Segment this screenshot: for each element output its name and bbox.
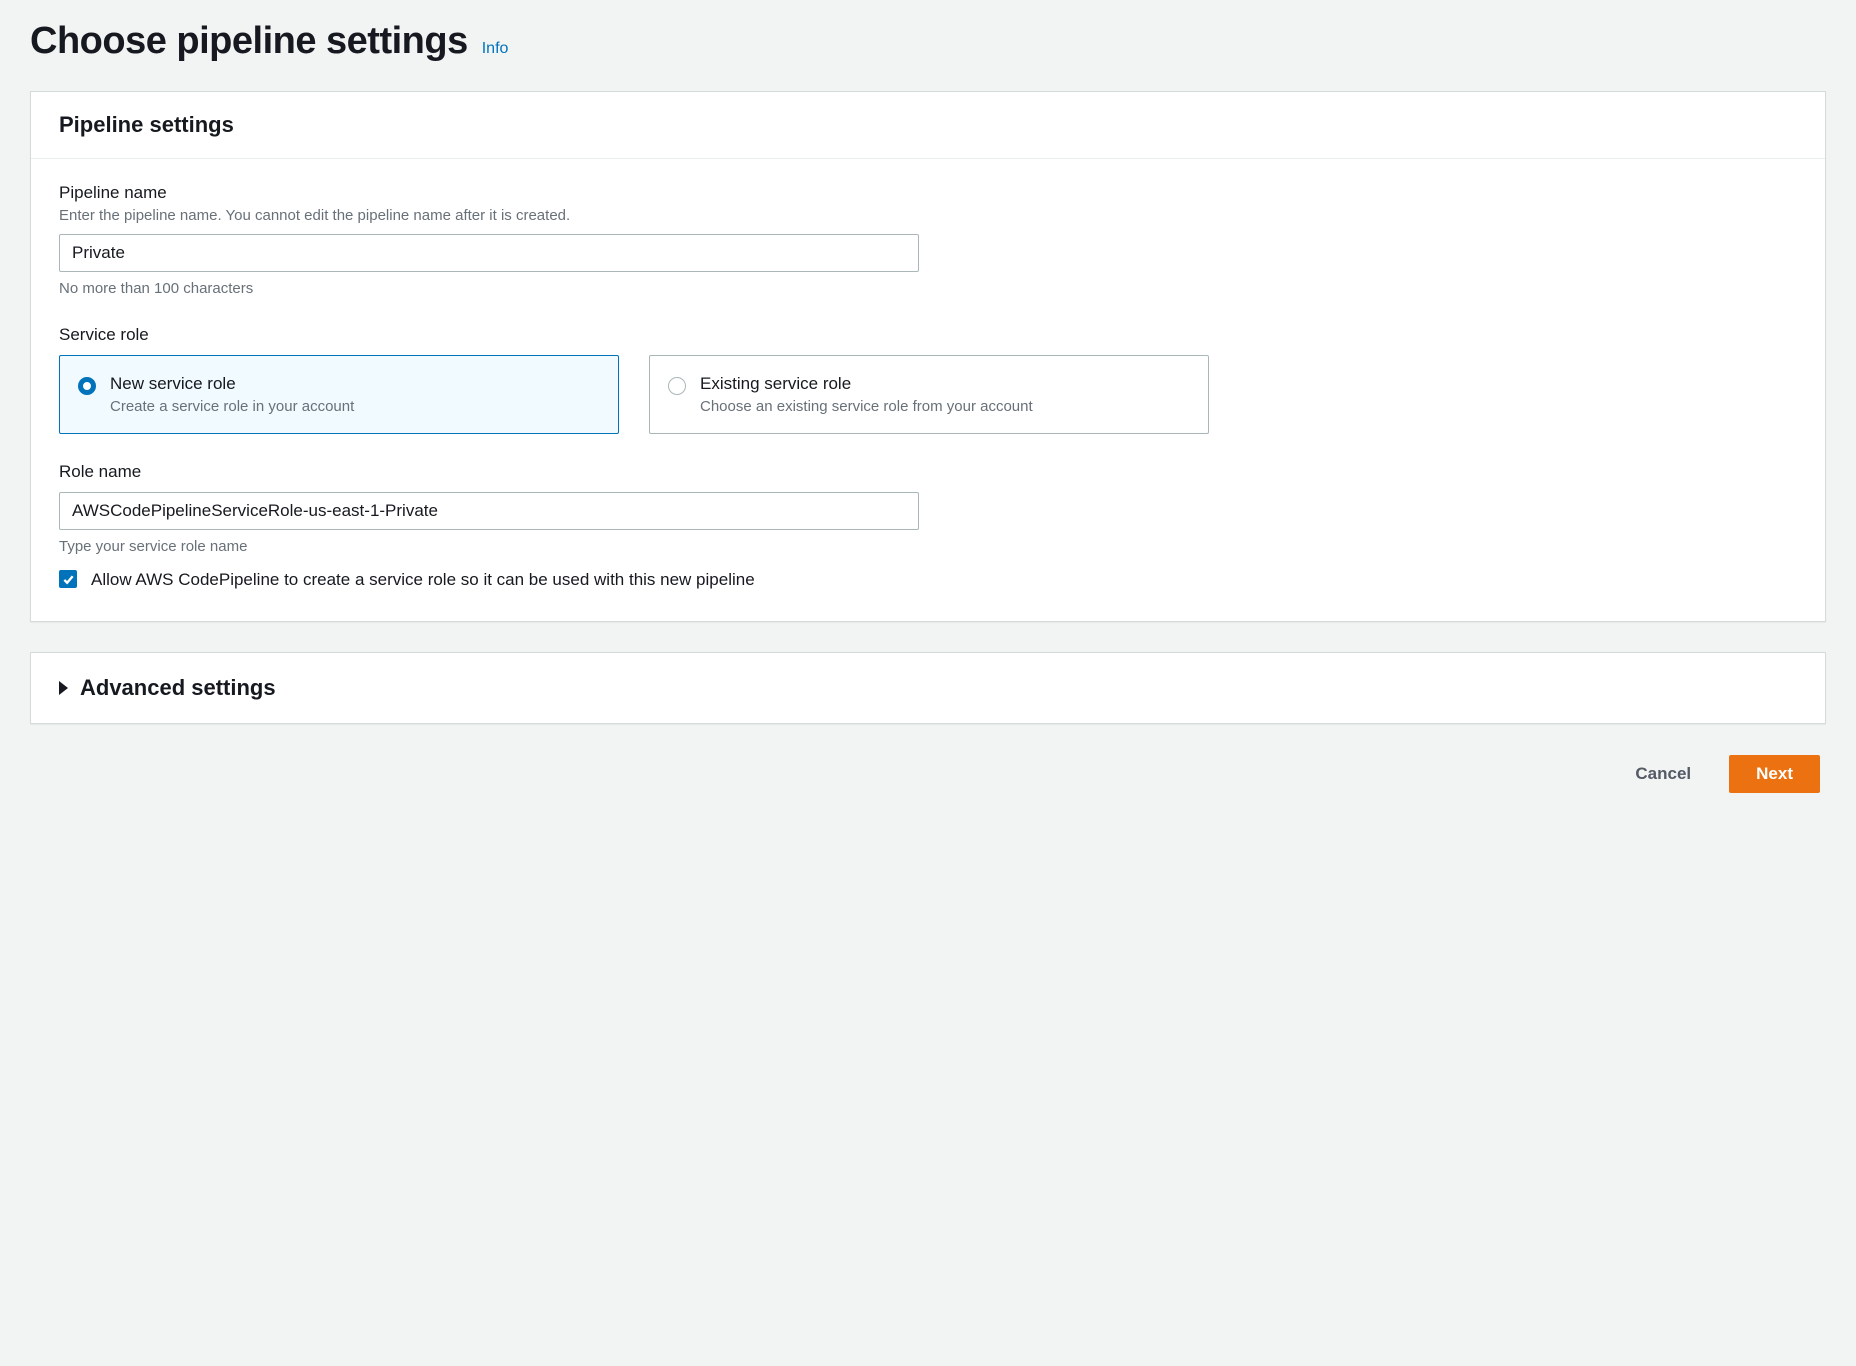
radio-icon <box>78 377 96 395</box>
tile-content: Existing service role Choose an existing… <box>700 374 1188 415</box>
service-role-existing-tile[interactable]: Existing service role Choose an existing… <box>649 355 1209 434</box>
panel-body: Pipeline name Enter the pipeline name. Y… <box>31 159 1825 621</box>
role-name-label: Role name <box>59 462 1797 482</box>
footer-actions: Cancel Next <box>30 754 1826 794</box>
pipeline-name-field: Pipeline name Enter the pipeline name. Y… <box>59 183 1797 297</box>
allow-create-role-row: Allow AWS CodePipeline to create a servi… <box>59 567 1797 593</box>
service-role-label: Service role <box>59 325 1797 345</box>
role-name-field: Role name Type your service role name Al… <box>59 462 1797 593</box>
tile-title: New service role <box>110 374 598 394</box>
page-title: Choose pipeline settings <box>30 20 468 63</box>
service-role-new-tile[interactable]: New service role Create a service role i… <box>59 355 619 434</box>
panel-header: Pipeline settings <box>31 92 1825 159</box>
page-header: Choose pipeline settings Info <box>30 20 1826 63</box>
tile-content: New service role Create a service role i… <box>110 374 598 415</box>
pipeline-name-description: Enter the pipeline name. You cannot edit… <box>59 207 1797 224</box>
panel-title: Pipeline settings <box>59 112 1797 138</box>
advanced-settings-panel[interactable]: Advanced settings <box>30 652 1826 724</box>
allow-create-role-label: Allow AWS CodePipeline to create a servi… <box>91 567 755 593</box>
next-button[interactable]: Next <box>1729 755 1820 793</box>
cancel-button[interactable]: Cancel <box>1617 754 1709 794</box>
pipeline-name-hint: No more than 100 characters <box>59 280 1797 297</box>
pipeline-settings-panel: Pipeline settings Pipeline name Enter th… <box>30 91 1826 622</box>
tile-title: Existing service role <box>700 374 1188 394</box>
role-name-input[interactable] <box>59 492 919 530</box>
service-role-options: New service role Create a service role i… <box>59 355 1797 434</box>
caret-right-icon <box>59 681 68 695</box>
role-name-hint: Type your service role name <box>59 538 1797 555</box>
radio-icon <box>668 377 686 395</box>
tile-description: Choose an existing service role from you… <box>700 398 1188 415</box>
advanced-settings-title: Advanced settings <box>80 675 276 701</box>
service-role-field: Service role New service role Create a s… <box>59 325 1797 434</box>
allow-create-role-checkbox[interactable] <box>59 570 77 588</box>
check-icon <box>62 573 75 586</box>
pipeline-name-label: Pipeline name <box>59 183 1797 203</box>
pipeline-name-input[interactable] <box>59 234 919 272</box>
info-link[interactable]: Info <box>482 40 509 58</box>
tile-description: Create a service role in your account <box>110 398 598 415</box>
